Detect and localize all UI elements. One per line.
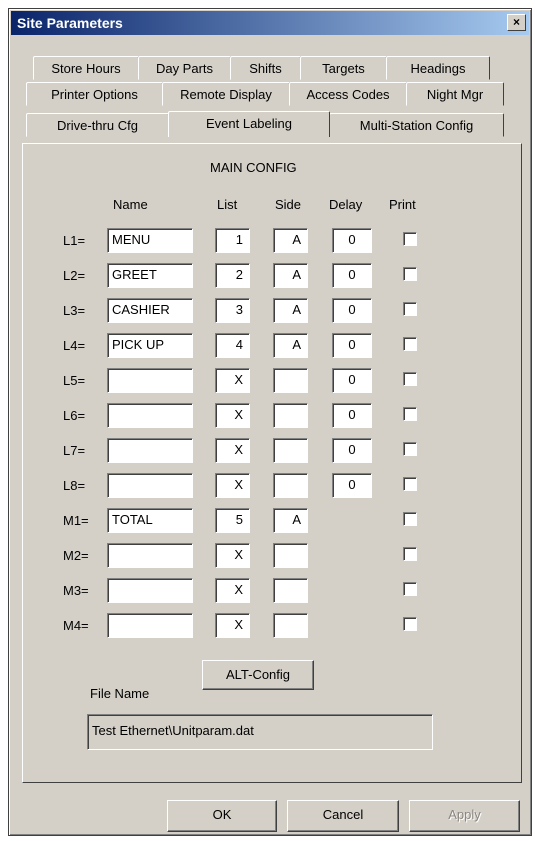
name-field[interactable]: PICK UP	[107, 333, 193, 358]
row-label: L7=	[63, 443, 86, 458]
side-field[interactable]: A	[273, 263, 308, 288]
row-label: L6=	[63, 408, 86, 423]
name-field[interactable]: MENU	[107, 228, 193, 253]
list-field[interactable]: X	[215, 403, 250, 428]
list-field[interactable]: X	[215, 438, 250, 463]
alt-config-button[interactable]: ALT-Config	[202, 660, 314, 690]
side-field[interactable]	[273, 613, 308, 638]
apply-button[interactable]: Apply	[409, 800, 520, 832]
column-header-delay: Delay	[329, 197, 363, 212]
list-field[interactable]: X	[215, 543, 250, 568]
side-field[interactable]	[273, 403, 308, 428]
tab-store-hours[interactable]: Store Hours	[33, 56, 139, 80]
print-checkbox[interactable]	[403, 512, 417, 526]
name-field[interactable]	[107, 438, 193, 463]
side-field[interactable]	[273, 473, 308, 498]
tab-targets[interactable]: Targets	[300, 56, 387, 80]
row-label: M4=	[63, 618, 89, 633]
delay-field[interactable]: 0	[332, 298, 372, 323]
side-field[interactable]: A	[273, 333, 308, 358]
tab-multi-station-config[interactable]: Multi-Station Config	[329, 113, 504, 137]
column-header-name: Name	[113, 197, 148, 212]
side-field[interactable]: A	[273, 228, 308, 253]
title-bar: Site Parameters ×	[11, 11, 529, 35]
list-field[interactable]: X	[215, 368, 250, 393]
column-header-print: Print	[389, 197, 416, 212]
delay-field[interactable]: 0	[332, 333, 372, 358]
name-field[interactable]: CASHIER	[107, 298, 193, 323]
delay-field[interactable]: 0	[332, 403, 372, 428]
tab-printer-options[interactable]: Printer Options	[26, 82, 163, 106]
tab-day-parts[interactable]: Day Parts	[138, 56, 231, 80]
column-header-side: Side	[275, 197, 302, 212]
tab-event-labeling[interactable]: Event Labeling	[168, 111, 330, 137]
name-field[interactable]: TOTAL	[107, 508, 193, 533]
column-header-list: List	[217, 197, 238, 212]
print-checkbox[interactable]	[403, 232, 417, 246]
tab-row-2: Printer Options Remote Display Access Co…	[26, 82, 504, 106]
print-checkbox[interactable]	[403, 302, 417, 316]
file-name-label: File Name	[90, 686, 150, 701]
print-checkbox[interactable]	[403, 372, 417, 386]
print-checkbox[interactable]	[403, 442, 417, 456]
tab-row-3: Drive-thru Cfg Event Labeling Multi-Stat…	[26, 111, 504, 137]
tab-remote-display[interactable]: Remote Display	[162, 82, 290, 106]
list-field[interactable]: 1	[215, 228, 250, 253]
list-field[interactable]: X	[215, 578, 250, 603]
tab-night-mgr[interactable]: Night Mgr	[406, 82, 504, 106]
name-field[interactable]	[107, 368, 193, 393]
print-checkbox[interactable]	[403, 337, 417, 351]
window-title: Site Parameters	[17, 15, 123, 31]
row-label: L3=	[63, 303, 86, 318]
file-name-field: Test Ethernet\Unitparam.dat	[87, 714, 433, 750]
delay-field[interactable]: 0	[332, 368, 372, 393]
row-label: L5=	[63, 373, 86, 388]
tab-shifts[interactable]: Shifts	[230, 56, 301, 80]
row-label: L4=	[63, 338, 86, 353]
row-label: M1=	[63, 513, 89, 528]
name-field[interactable]	[107, 578, 193, 603]
list-field[interactable]: 3	[215, 298, 250, 323]
delay-field[interactable]: 0	[332, 438, 372, 463]
name-field[interactable]: GREET	[107, 263, 193, 288]
list-field[interactable]: X	[215, 473, 250, 498]
print-checkbox[interactable]	[403, 477, 417, 491]
print-checkbox[interactable]	[403, 267, 417, 281]
tab-access-codes[interactable]: Access Codes	[289, 82, 407, 106]
tab-drive-thru-cfg[interactable]: Drive-thru Cfg	[26, 113, 169, 137]
print-checkbox[interactable]	[403, 582, 417, 596]
name-field[interactable]	[107, 473, 193, 498]
side-field[interactable]	[273, 543, 308, 568]
tab-row-1: Store Hours Day Parts Shifts Targets Hea…	[33, 56, 490, 80]
row-label: M2=	[63, 548, 89, 563]
row-label: L8=	[63, 478, 86, 493]
side-field[interactable]	[273, 438, 308, 463]
close-button[interactable]: ×	[507, 14, 526, 31]
delay-field[interactable]: 0	[332, 263, 372, 288]
delay-field[interactable]: 0	[332, 228, 372, 253]
list-field[interactable]: 5	[215, 508, 250, 533]
side-field[interactable]	[273, 368, 308, 393]
row-label: L2=	[63, 268, 86, 283]
row-label: M3=	[63, 583, 89, 598]
side-field[interactable]: A	[273, 298, 308, 323]
tab-headings[interactable]: Headings	[386, 56, 490, 80]
main-config-title: MAIN CONFIG	[210, 160, 297, 175]
print-checkbox[interactable]	[403, 617, 417, 631]
side-field[interactable]: A	[273, 508, 308, 533]
ok-button[interactable]: OK	[167, 800, 277, 832]
name-field[interactable]	[107, 543, 193, 568]
list-field[interactable]: 4	[215, 333, 250, 358]
print-checkbox[interactable]	[403, 407, 417, 421]
list-field[interactable]: 2	[215, 263, 250, 288]
name-field[interactable]	[107, 403, 193, 428]
row-label: L1=	[63, 233, 86, 248]
delay-field[interactable]: 0	[332, 473, 372, 498]
list-field[interactable]: X	[215, 613, 250, 638]
cancel-button[interactable]: Cancel	[287, 800, 399, 832]
name-field[interactable]	[107, 613, 193, 638]
side-field[interactable]	[273, 578, 308, 603]
print-checkbox[interactable]	[403, 547, 417, 561]
